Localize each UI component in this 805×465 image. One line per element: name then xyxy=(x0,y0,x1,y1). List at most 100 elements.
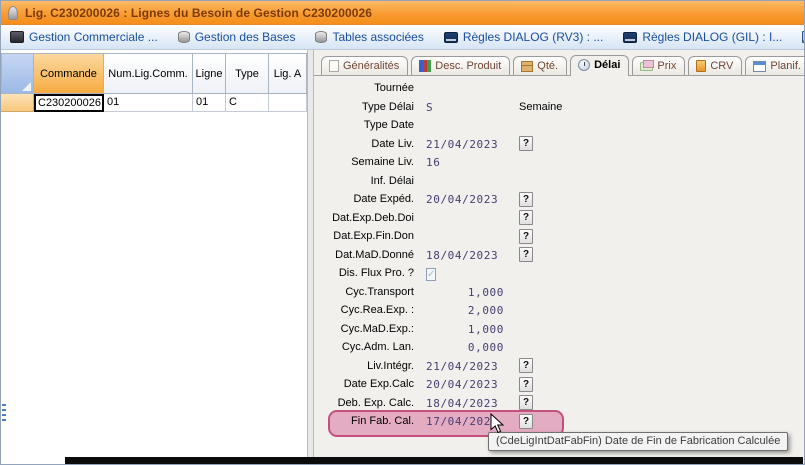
field-value-wrap: 0,000 xyxy=(426,338,504,356)
field-value-wrap: 21/04/2023 xyxy=(426,135,504,153)
field-row: Type Délai S Semaine xyxy=(314,98,804,117)
grid-cell[interactable] xyxy=(269,94,307,112)
panel-splitter[interactable] xyxy=(307,50,314,465)
toolbar-item[interactable]: Tables associées xyxy=(315,30,423,44)
grid-column-header[interactable]: Commande xyxy=(34,53,104,94)
toolbar-item-label: Règles DIALOG (GIL) : I... xyxy=(642,30,782,44)
grid-corner-cell[interactable] xyxy=(1,53,34,94)
field-value-wrap: 16 xyxy=(426,153,504,171)
field-label: Liv.Intégr. xyxy=(322,360,414,372)
field-value-wrap: 2,000 xyxy=(426,301,504,319)
toolbar-item-label: Gestion Commerciale ... xyxy=(29,30,158,44)
tab-label: Planif. xyxy=(770,60,801,72)
title-bar: Lig. C230200026 : Lignes du Besoin de Ge… xyxy=(1,1,804,25)
help-button[interactable]: ? xyxy=(519,192,533,207)
tab-planif-[interactable]: Planif. xyxy=(745,56,804,75)
toolbar-item[interactable]: Gestion des Bases xyxy=(178,30,296,44)
field-label: Inf. Délai xyxy=(322,175,414,187)
field-value: 21/04/2023 xyxy=(426,138,498,151)
toolbar-item-label: Tables associées xyxy=(332,30,423,44)
tab-d-lai[interactable]: Délai xyxy=(570,55,629,76)
app-window: Lig. C230200026 : Lignes du Besoin de Ge… xyxy=(0,0,805,465)
field-extra-text: Semaine xyxy=(519,101,562,113)
field-slot: ? xyxy=(519,377,533,392)
toolbar-item[interactable]: Gestion Commerciale ... xyxy=(10,30,158,44)
help-button[interactable]: ? xyxy=(519,210,533,225)
field-label: Cyc.Adm. Lan. xyxy=(322,341,414,353)
console-icon xyxy=(623,32,637,43)
calculator-icon xyxy=(696,60,706,72)
field-value-wrap: 21/04/2023 xyxy=(426,357,504,375)
field-row: Cyc.Rea.Exp. :2,000 xyxy=(314,301,804,320)
toolbar-item[interactable]: Règles DIALOG (GIL) : I... xyxy=(623,30,782,44)
tab-label: Généralités xyxy=(343,60,399,72)
field-value-wrap: 20/04/2023 xyxy=(426,190,504,208)
tab-label: Desc. Produit xyxy=(435,60,501,72)
grid-cell[interactable]: 01 xyxy=(193,94,226,112)
grid-column-header[interactable]: Num.Lig.Comm. xyxy=(104,53,193,94)
help-button[interactable]: ? xyxy=(519,414,533,429)
field-slot: ? xyxy=(519,229,533,244)
tab-qt-[interactable]: Qté. xyxy=(513,56,567,75)
calendar-icon xyxy=(753,61,766,72)
field-row: Dat.Exp.Deb.Doi? xyxy=(314,209,804,228)
grid-column-header[interactable]: Lig. A xyxy=(269,53,307,94)
field-value: 20/04/2023 xyxy=(426,378,498,391)
toolbar: Gestion Commerciale ... Gestion des Bases… xyxy=(1,25,804,50)
help-button[interactable]: ? xyxy=(519,395,533,410)
grid-cell[interactable]: C xyxy=(226,94,269,112)
grid-row-handle[interactable] xyxy=(1,94,34,112)
field-row: Date Liv. 21/04/2023? xyxy=(314,135,804,154)
field-label: Tournée xyxy=(322,82,414,94)
help-button[interactable]: ? xyxy=(519,377,533,392)
field-label: Dat.Exp.Deb.Doi xyxy=(322,212,414,224)
help-button[interactable]: ? xyxy=(519,247,533,262)
main-area: CommandeNum.Lig.Comm.LigneTypeLig. A C23… xyxy=(1,50,804,465)
field-label: Deb. Exp. Calc. xyxy=(322,397,414,409)
tab-desc-produit[interactable]: Desc. Produit xyxy=(411,56,510,75)
grid-column-header[interactable]: Ligne xyxy=(193,53,226,94)
field-value: 1,000 xyxy=(468,323,504,336)
field-label: Dis. Flux Pro. ? xyxy=(322,267,414,279)
field-slot: ? xyxy=(519,210,533,225)
flux-checkbox[interactable]: ✓ xyxy=(426,268,436,281)
field-value-wrap: 1,000 xyxy=(426,283,504,301)
grid-column-header[interactable]: Type xyxy=(226,53,269,94)
box-icon xyxy=(521,61,533,72)
field-label: Type Date xyxy=(322,119,414,131)
field-value-wrap: 18/04/2023 xyxy=(426,246,504,264)
field-value: S xyxy=(426,101,433,114)
tab-label: Qté. xyxy=(537,60,558,72)
tab-g-n-ralit-s[interactable]: Généralités xyxy=(321,56,408,75)
delai-form: Tournée Type Délai S Semaine Type Date Date L… xyxy=(314,79,804,431)
grid-cell[interactable]: 01 xyxy=(104,94,193,112)
help-button[interactable]: ? xyxy=(519,136,533,151)
help-button[interactable]: ? xyxy=(519,229,533,244)
detail-panel: Généralités Desc. Produit Qté. Délai PrixCRV… xyxy=(314,50,804,465)
tab-prix[interactable]: Prix xyxy=(632,56,685,75)
field-tooltip: (CdeLigIntDatFabFin) Date de Fin de Fabr… xyxy=(488,432,788,451)
toolbar-item-label: Règles DIALOG (RV3) : ... xyxy=(463,30,604,44)
grid-cell[interactable]: C230200026 xyxy=(34,94,104,112)
field-value: 1,000 xyxy=(468,286,504,299)
database-icon xyxy=(178,31,190,43)
field-value: 17/04/2023 xyxy=(426,415,498,428)
field-label: Date Liv. xyxy=(322,138,414,150)
tab-crv[interactable]: CRV xyxy=(688,56,742,75)
help-button[interactable]: ? xyxy=(519,358,533,373)
field-value-wrap: 1,000 xyxy=(426,320,504,338)
bottom-edge-bar xyxy=(65,457,803,464)
console-icon xyxy=(444,32,458,43)
toolbar-item[interactable]: Règles DIALOG (RV3) : ... xyxy=(444,30,604,44)
field-value: 21/04/2023 xyxy=(426,360,498,373)
field-row: Dat.Exp.Fin.Don? xyxy=(314,227,804,246)
field-row: Cyc.Adm. Lan. 0,000 xyxy=(314,338,804,357)
toolbar-item-label: Gestion des Bases xyxy=(195,30,296,44)
mouse-cursor xyxy=(490,413,505,434)
field-row: Type Date xyxy=(314,116,804,135)
field-row: Fin Fab. Cal.17/04/2023? xyxy=(314,412,804,431)
field-label: Type Délai xyxy=(322,101,414,113)
tab-label: Délai xyxy=(594,59,620,71)
grid-data-row[interactable]: C2302000260101C xyxy=(1,94,307,112)
splitter-grip[interactable] xyxy=(2,404,6,421)
